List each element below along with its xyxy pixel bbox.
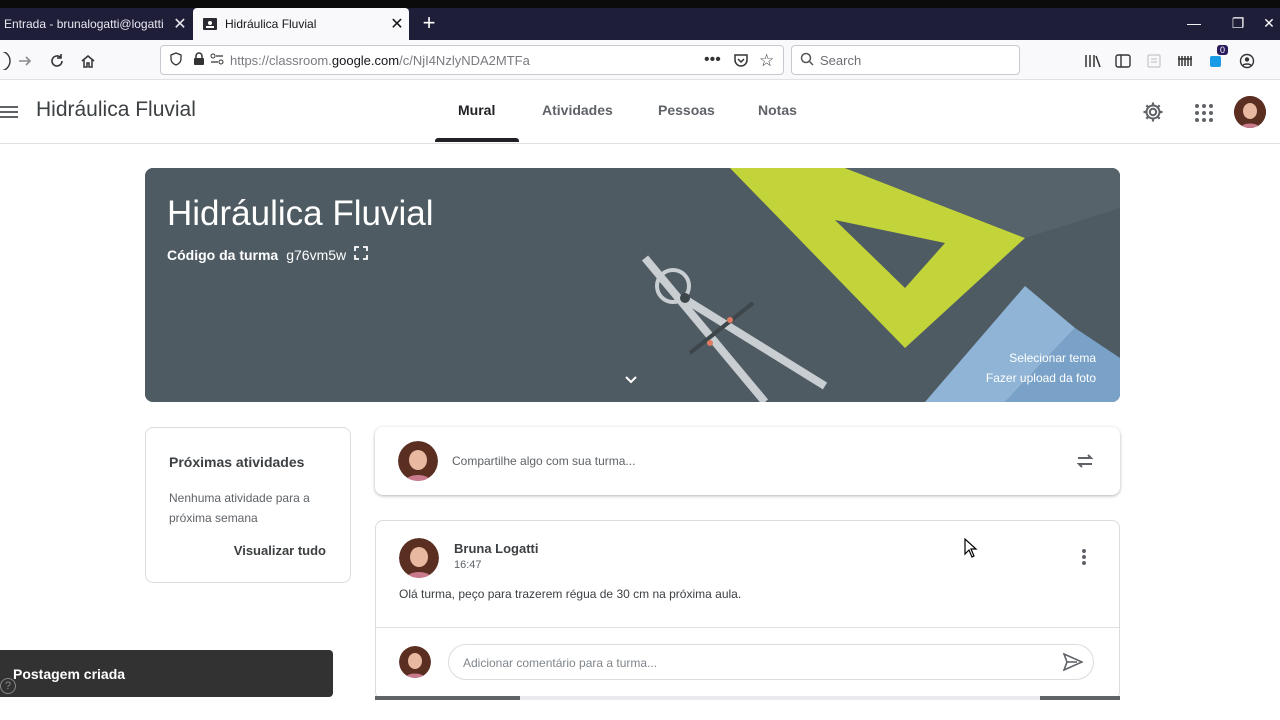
upcoming-heading: Próximas atividades (169, 454, 305, 470)
extension-reader-icon[interactable] (1143, 50, 1165, 72)
post-divider (376, 627, 1119, 628)
url-bar[interactable]: https://classroom.google.com/c/NjI4NzlyN… (160, 45, 784, 75)
class-code-value: g76vm5w (286, 246, 347, 263)
post-author-avatar (399, 538, 439, 578)
sidebar-icon[interactable] (1112, 50, 1134, 72)
bookmark-star-icon[interactable]: ☆ (759, 51, 774, 71)
extension-notifier-icon[interactable]: 0 (1205, 45, 1229, 72)
share-avatar (398, 441, 438, 481)
tab-title: Hidráulica Fluvial (225, 17, 317, 31)
settings-gear-icon[interactable] (1141, 100, 1165, 129)
post-body: Olá turma, peço para trazerem régua de 3… (399, 587, 742, 601)
forward-arrow-icon[interactable] (12, 48, 38, 74)
close-window-icon[interactable]: ✕ (1258, 10, 1280, 36)
browser-tab-classroom[interactable]: Hidráulica Fluvial ✕ (193, 8, 409, 40)
comment-avatar (399, 646, 431, 678)
tab-notas[interactable]: Notas (758, 102, 797, 118)
tab-mural[interactable]: Mural (458, 102, 495, 118)
mouse-cursor-icon (964, 537, 978, 563)
post-card: Bruna Logatti 16:47 Olá turma, peço para… (375, 520, 1120, 700)
post-author-name: Bruna Logatti (454, 541, 539, 556)
close-tab-icon[interactable]: ✕ (385, 14, 409, 34)
comment-placeholder: Adicionar comentário para a turma... (463, 656, 658, 670)
library-icon[interactable] (1082, 50, 1104, 72)
reload-icon[interactable] (44, 48, 70, 74)
class-banner: Hidráulica Fluvial Código da turma g76vm… (145, 168, 1120, 402)
browser-nav-bar: https://classroom.google.com/c/NjI4NzlyN… (0, 40, 1280, 80)
browser-tab-mail[interactable]: Entrada - brunalogatti@logatti ✕ (0, 8, 192, 40)
user-avatar[interactable] (1234, 96, 1266, 128)
restore-window-icon[interactable]: ❐ (1218, 10, 1258, 36)
browser-tab-strip (0, 8, 1280, 40)
upload-photo-link[interactable]: Fazer upload da foto (986, 371, 1096, 385)
os-top-bar (0, 0, 1280, 8)
url-path: /c/NjI4NzlyNDA2MTFa (399, 52, 530, 68)
main-menu-icon[interactable] (0, 102, 20, 122)
toast-message: Postagem criada (13, 665, 126, 682)
snackbar-toast: Postagem criada (0, 650, 333, 697)
share-with-class-box[interactable]: Compartilhe algo com sua turma... (375, 427, 1120, 495)
pocket-icon[interactable] (733, 52, 749, 71)
tab-pessoas[interactable]: Pessoas (658, 102, 715, 118)
post-time: 16:47 (454, 559, 482, 571)
shield-icon[interactable] (169, 51, 183, 69)
page-actions-icon[interactable]: ••• (704, 51, 721, 69)
tab-title: Entrada - brunalogatti@logatti (4, 17, 164, 31)
search-icon (800, 52, 814, 69)
classroom-header: Hidráulica Fluvial Mural Atividades Pess… (0, 80, 1280, 144)
lock-icon[interactable] (193, 51, 205, 69)
expand-chevron-down-icon[interactable] (624, 372, 638, 390)
permissions-icon[interactable] (210, 53, 224, 68)
minimize-window-icon[interactable]: — (1174, 10, 1214, 36)
new-tab-plus-icon[interactable]: + (416, 10, 442, 36)
notification-badge: 0 (1217, 45, 1229, 55)
account-icon[interactable] (1236, 50, 1258, 72)
upcoming-activities-card: Próximas atividades Nenhuma atividade pa… (145, 427, 351, 583)
post-more-options-icon[interactable] (1081, 548, 1087, 571)
send-icon[interactable] (1062, 652, 1084, 676)
home-icon[interactable] (75, 48, 101, 74)
close-tab-icon[interactable]: ✕ (168, 14, 192, 34)
share-placeholder: Compartilhe algo com sua turma... (452, 454, 636, 468)
classroom-favicon-icon (203, 18, 217, 30)
apps-grid-icon[interactable] (1195, 104, 1213, 127)
repost-icon[interactable] (1075, 451, 1095, 476)
browser-search-input[interactable]: Search (791, 45, 1020, 75)
url-prefix: https://classroom. (230, 52, 332, 68)
class-code-label: Código da turma (167, 246, 279, 263)
class-title[interactable]: Hidráulica Fluvial (36, 98, 196, 122)
url-domain: google.com (331, 52, 400, 68)
banner-class-title: Hidráulica Fluvial (167, 194, 434, 233)
help-icon[interactable]: ? (0, 678, 16, 694)
card-bottom-strip (375, 696, 1120, 700)
fullscreen-code-icon[interactable] (354, 246, 369, 263)
url-text: https://classroom.google.com/c/NjI4NzlyN… (230, 53, 530, 68)
search-placeholder: Search (820, 52, 862, 68)
extension-barcode-icon[interactable] (1174, 50, 1196, 72)
upcoming-empty-text: Nenhuma atividade para a próxima semana (169, 491, 310, 525)
class-code-row: Código da turma g76vm5w (167, 246, 369, 263)
comment-input[interactable]: Adicionar comentário para a turma... (448, 644, 1094, 680)
tab-atividades[interactable]: Atividades (542, 102, 613, 118)
select-theme-link[interactable]: Selecionar tema (1009, 351, 1096, 365)
selected-tab-indicator (435, 138, 519, 142)
view-all-link[interactable]: Visualizar tudo (234, 543, 326, 558)
